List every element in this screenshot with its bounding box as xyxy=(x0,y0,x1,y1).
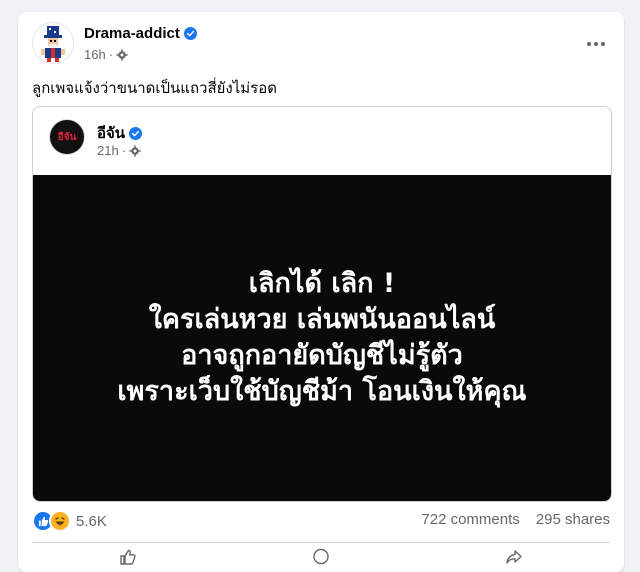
shared-post[interactable]: อีจัน อีจัน 21h · เลิกได้ เลิก ! ใครเล่น… xyxy=(32,106,612,502)
reaction-count: 5.6K xyxy=(76,512,107,530)
post-header: Drama-addict 16h · xyxy=(32,22,610,72)
gear-icon[interactable] xyxy=(129,144,141,157)
banner-line-2: ใครเล่นหวย เล่นพนันออนไลน์ xyxy=(148,304,496,335)
verified-badge-icon xyxy=(183,27,197,40)
reactions-summary[interactable]: 5.6K xyxy=(32,510,107,532)
author-name[interactable]: Drama-addict xyxy=(84,25,180,42)
banner-line-4: เพราะเว็บใช้บัญชีม้า โอนเงินให้คุณ xyxy=(117,376,527,407)
shared-author-avatar[interactable]: อีจัน xyxy=(49,119,85,155)
haha-reaction-icon xyxy=(49,510,71,532)
comment-icon[interactable] xyxy=(312,548,330,566)
more-options-icon[interactable] xyxy=(582,30,610,58)
post-caption: ลูกเพจแจ้งว่าขนาดเป็นแถวสี่ยังไม่รอด xyxy=(32,80,277,97)
banner-line-1: เลิกได้ เลิก ! xyxy=(248,268,396,299)
author-avatar[interactable] xyxy=(32,22,74,64)
shared-avatar-logo: อีจัน xyxy=(57,131,77,143)
banner-line-3: อาจถูกอายัดบัญชีไม่รู้ตัว xyxy=(181,340,463,371)
action-bar xyxy=(32,548,610,568)
meta-separator: · xyxy=(108,47,114,62)
shares-count[interactable]: 295 shares xyxy=(536,511,610,528)
shared-author-name[interactable]: อีจัน xyxy=(97,121,125,145)
shared-post-time[interactable]: 21h xyxy=(97,143,119,158)
shared-post-meta: 21h · xyxy=(97,143,141,158)
verified-badge-icon xyxy=(129,126,143,140)
author-name-row: Drama-addict xyxy=(84,25,197,42)
post-card: Drama-addict 16h · ลูกเพจแจ้งว่าขนาดเป็น… xyxy=(18,12,624,572)
post-time[interactable]: 16h xyxy=(84,47,106,62)
gear-icon[interactable] xyxy=(116,48,128,61)
uncle-sam-avatar-icon xyxy=(41,26,65,62)
share-icon[interactable] xyxy=(505,548,523,566)
like-icon[interactable] xyxy=(119,548,137,566)
post-stats: 5.6K 722 comments 295 shares xyxy=(32,508,610,532)
post-meta: 16h · xyxy=(84,47,128,62)
engagement-counts: 722 comments 295 shares xyxy=(421,511,610,528)
shared-post-header: อีจัน อีจัน 21h · xyxy=(49,119,589,163)
shared-post-image[interactable]: เลิกได้ เลิก ! ใครเล่นหวย เล่นพนันออนไลน… xyxy=(33,175,611,501)
action-divider xyxy=(32,542,610,543)
shared-author-name-row: อีจัน xyxy=(97,121,143,145)
comments-count[interactable]: 722 comments xyxy=(421,511,519,528)
meta-separator: · xyxy=(121,143,127,158)
